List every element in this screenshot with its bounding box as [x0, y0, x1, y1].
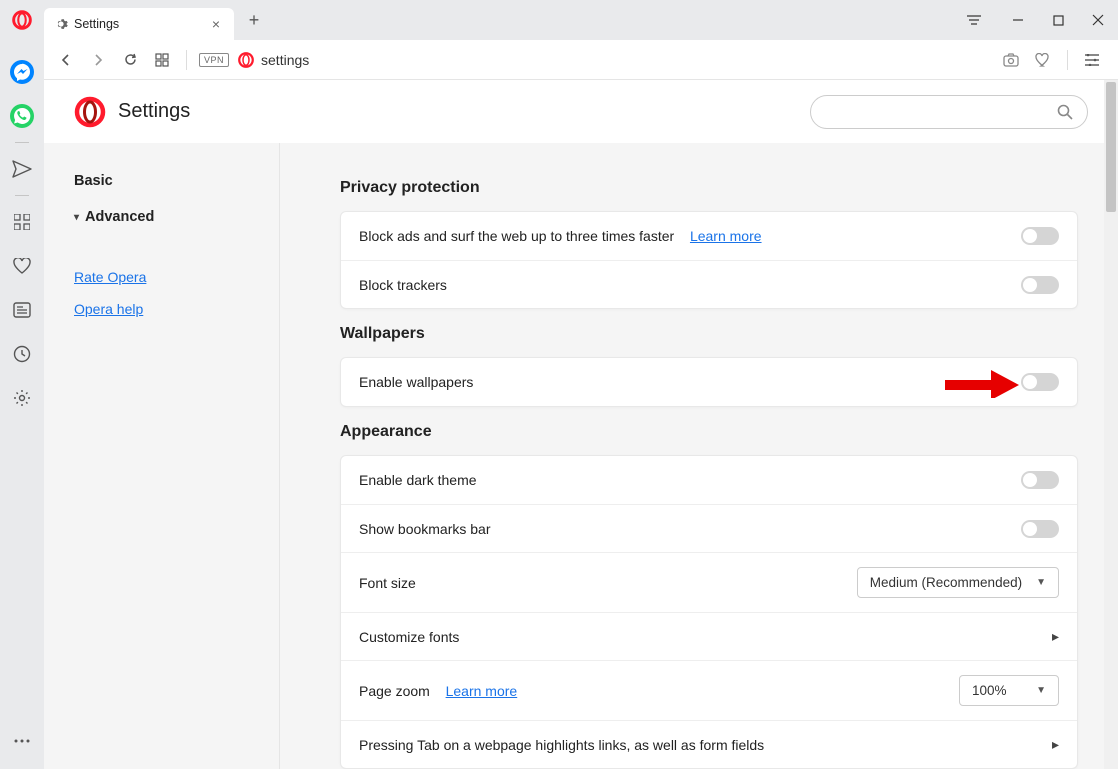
section-wallpapers-title: Wallpapers — [340, 325, 1078, 343]
toggle-wallpapers[interactable] — [1021, 373, 1059, 391]
content-row: Basic ▾Advanced Rate Opera Opera help Pr… — [44, 143, 1118, 769]
separator — [186, 50, 187, 70]
titlebar-left: Settings × + — [0, 0, 268, 40]
speed-dial-icon[interactable] — [8, 208, 36, 236]
chevron-down-icon: ▼ — [1022, 685, 1046, 696]
row-customize-fonts[interactable]: Customize fonts ▸ — [341, 612, 1077, 660]
nav-basic[interactable]: Basic — [58, 163, 265, 199]
card-wallpapers: Enable wallpapers — [340, 357, 1078, 407]
heart-icon[interactable] — [1029, 46, 1057, 74]
main: Settings Basic ▾Advanced Rate Opera Oper… — [44, 80, 1118, 769]
chevron-down-icon: ▼ — [1022, 577, 1046, 588]
address-bar[interactable]: settings — [261, 52, 995, 68]
learn-more-link[interactable]: Learn more — [446, 683, 518, 699]
tab-title: Settings — [74, 17, 208, 31]
new-tab-button[interactable]: + — [240, 6, 268, 34]
search-box[interactable] — [810, 95, 1088, 129]
maximize-button[interactable] — [1038, 0, 1078, 40]
titlebar: Settings × + — [0, 0, 1118, 40]
minimize-button[interactable] — [998, 0, 1038, 40]
toolbar: VPN settings — [0, 40, 1118, 80]
row-font-size: Font size Medium (Recommended)▼ — [341, 552, 1077, 612]
sidebar-rail — [0, 40, 44, 769]
learn-more-link[interactable]: Learn more — [690, 228, 762, 244]
toggle-block-ads[interactable] — [1021, 227, 1059, 245]
card-appearance: Enable dark theme Show bookmarks bar Fon… — [340, 455, 1078, 769]
separator — [15, 195, 29, 196]
scrollbar[interactable] — [1104, 80, 1118, 769]
toggle-block-trackers[interactable] — [1021, 276, 1059, 294]
window-controls — [954, 0, 1118, 40]
settings-gear-icon[interactable] — [8, 384, 36, 412]
send-icon[interactable] — [8, 155, 36, 183]
settings-content[interactable]: Privacy protection Block ads and surf th… — [280, 143, 1118, 769]
nav-advanced[interactable]: ▾Advanced — [58, 199, 265, 235]
page-header: Settings — [44, 80, 1118, 143]
opera-logo-icon — [74, 96, 106, 128]
row-block-ads: Block ads and surf the web up to three t… — [341, 212, 1077, 260]
back-button[interactable] — [52, 46, 80, 74]
heart-outline-icon[interactable] — [8, 252, 36, 280]
more-icon[interactable] — [8, 727, 36, 755]
nav-opera-help[interactable]: Opera help — [58, 293, 265, 325]
whatsapp-icon[interactable] — [8, 102, 36, 130]
speed-dial-button[interactable] — [148, 46, 176, 74]
scrollbar-thumb[interactable] — [1106, 82, 1116, 212]
gear-icon — [54, 17, 68, 31]
row-dark-theme: Enable dark theme — [341, 456, 1077, 504]
separator — [1067, 50, 1068, 70]
card-privacy: Block ads and surf the web up to three t… — [340, 211, 1078, 309]
row-page-zoom: Page zoom Learn more 100%▼ — [341, 660, 1077, 720]
settings-nav: Basic ▾Advanced Rate Opera Opera help — [44, 143, 280, 769]
opera-logo-icon[interactable] — [12, 10, 32, 30]
toggle-bookmarks-bar[interactable] — [1021, 520, 1059, 538]
messenger-icon[interactable] — [8, 58, 36, 86]
row-bookmarks-bar: Show bookmarks bar — [341, 504, 1077, 552]
chevron-down-icon: ▾ — [74, 212, 79, 223]
forward-button[interactable] — [84, 46, 112, 74]
dropdown-page-zoom[interactable]: 100%▼ — [959, 675, 1059, 706]
search-input[interactable] — [825, 104, 1057, 119]
nav-rate-opera[interactable]: Rate Opera — [58, 261, 265, 293]
section-privacy-title: Privacy protection — [340, 179, 1078, 197]
dropdown-font-size[interactable]: Medium (Recommended)▼ — [857, 567, 1059, 598]
row-block-trackers: Block trackers — [341, 260, 1077, 308]
chevron-right-icon: ▸ — [1052, 736, 1059, 753]
close-button[interactable] — [1078, 0, 1118, 40]
menu-icon[interactable] — [1078, 46, 1106, 74]
easy-setup-icon[interactable] — [954, 0, 994, 40]
close-icon[interactable]: × — [208, 16, 224, 32]
page-title: Settings — [118, 100, 810, 123]
history-icon[interactable] — [8, 340, 36, 368]
snapshot-icon[interactable] — [997, 46, 1025, 74]
opera-icon — [237, 51, 255, 69]
news-icon[interactable] — [8, 296, 36, 324]
vpn-badge[interactable]: VPN — [199, 53, 229, 67]
search-icon — [1057, 104, 1073, 120]
row-tab-highlight[interactable]: Pressing Tab on a webpage highlights lin… — [341, 720, 1077, 768]
separator — [15, 142, 29, 143]
toggle-dark-theme[interactable] — [1021, 471, 1059, 489]
section-appearance-title: Appearance — [340, 423, 1078, 441]
chevron-right-icon: ▸ — [1052, 628, 1059, 645]
row-enable-wallpapers: Enable wallpapers — [341, 358, 1077, 406]
browser-tab[interactable]: Settings × — [44, 8, 234, 40]
reload-button[interactable] — [116, 46, 144, 74]
